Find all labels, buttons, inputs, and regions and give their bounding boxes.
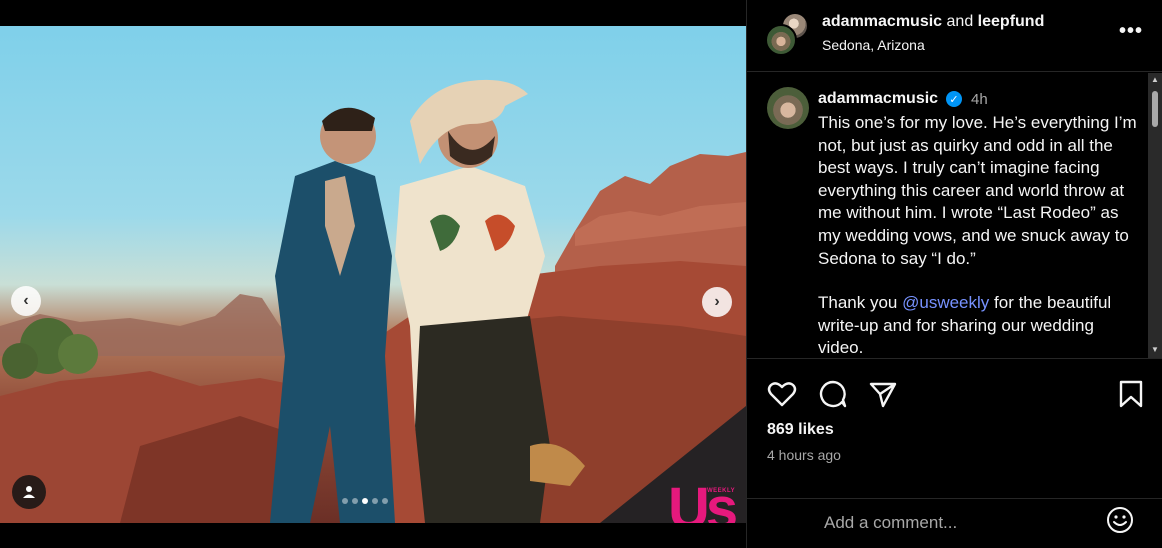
more-options-button[interactable]: ••• bbox=[1119, 20, 1143, 43]
caption-text-segment: Thank you bbox=[818, 293, 903, 313]
photo-scene bbox=[0, 79, 746, 523]
collab-avatars[interactable] bbox=[765, 12, 809, 56]
heart-icon[interactable] bbox=[767, 379, 797, 409]
chevron-right-icon: › bbox=[714, 293, 720, 310]
post-side-panel: adammacmusic and leepfund Sedona, Arizon… bbox=[746, 0, 1162, 548]
us-weekly-logo-small: WEEKLY bbox=[707, 488, 736, 494]
avatar[interactable] bbox=[767, 87, 809, 129]
caption-username[interactable]: adammacmusic bbox=[818, 90, 938, 108]
avatar[interactable] bbox=[765, 24, 797, 56]
caption-paragraph: Thank you @usweekly for the beautiful wr… bbox=[818, 292, 1138, 358]
caption-paragraph: This one’s for my love. He’s everything … bbox=[818, 113, 1137, 268]
tagged-users-button[interactable] bbox=[12, 475, 46, 509]
author-link[interactable]: leepfund bbox=[978, 13, 1045, 30]
scrollbar[interactable]: ▲ ▼ bbox=[1148, 73, 1162, 358]
carousel-next-button[interactable]: › bbox=[702, 287, 732, 317]
more-horizontal-icon: ••• bbox=[1119, 20, 1144, 42]
post-media-area: ‹ › Us WEEKLY bbox=[0, 0, 746, 548]
emoji-icon[interactable] bbox=[1105, 505, 1135, 535]
comment-input[interactable] bbox=[824, 512, 1084, 534]
bookmark-icon[interactable] bbox=[1116, 379, 1146, 409]
caption-text: This one’s for my love. He’s everything … bbox=[818, 112, 1138, 358]
caption-timestamp[interactable]: 4h bbox=[971, 91, 988, 108]
comment-icon[interactable] bbox=[818, 379, 848, 409]
comment-bar bbox=[747, 498, 1162, 548]
post-actions: 869 likes 4 hours ago bbox=[747, 358, 1162, 498]
us-weekly-logo: Us bbox=[668, 476, 738, 524]
location-link[interactable]: Sedona, Arizona bbox=[822, 37, 925, 53]
mention-link[interactable]: @usweekly bbox=[902, 293, 989, 312]
author-link[interactable]: adammacmusic bbox=[822, 13, 942, 30]
carousel-dot[interactable] bbox=[372, 498, 378, 504]
caption-area: adammacmusic ✓ 4h This one’s for my love… bbox=[747, 73, 1162, 358]
carousel-dot-active[interactable] bbox=[362, 498, 368, 504]
carousel-prev-button[interactable]: ‹ bbox=[11, 286, 41, 316]
scroll-down-arrow-icon[interactable]: ▼ bbox=[1151, 345, 1159, 354]
post-image[interactable]: ‹ › Us WEEKLY bbox=[0, 26, 746, 523]
share-icon[interactable] bbox=[868, 379, 898, 409]
carousel-dot[interactable] bbox=[352, 498, 358, 504]
scroll-up-arrow-icon[interactable]: ▲ bbox=[1151, 75, 1159, 84]
carousel-dots bbox=[342, 498, 388, 504]
scroll-thumb[interactable] bbox=[1152, 91, 1158, 127]
chevron-left-icon: ‹ bbox=[23, 292, 29, 309]
user-icon bbox=[23, 486, 35, 498]
posted-time[interactable]: 4 hours ago bbox=[767, 447, 841, 463]
carousel-dot[interactable] bbox=[342, 498, 348, 504]
carousel-dot[interactable] bbox=[382, 498, 388, 504]
and-text: and bbox=[946, 13, 974, 30]
post-authors: adammacmusic and leepfund bbox=[822, 13, 1044, 31]
likes-count[interactable]: 869 likes bbox=[767, 421, 834, 439]
verified-badge-icon: ✓ bbox=[946, 91, 962, 107]
post-header: adammacmusic and leepfund Sedona, Arizon… bbox=[747, 0, 1162, 72]
